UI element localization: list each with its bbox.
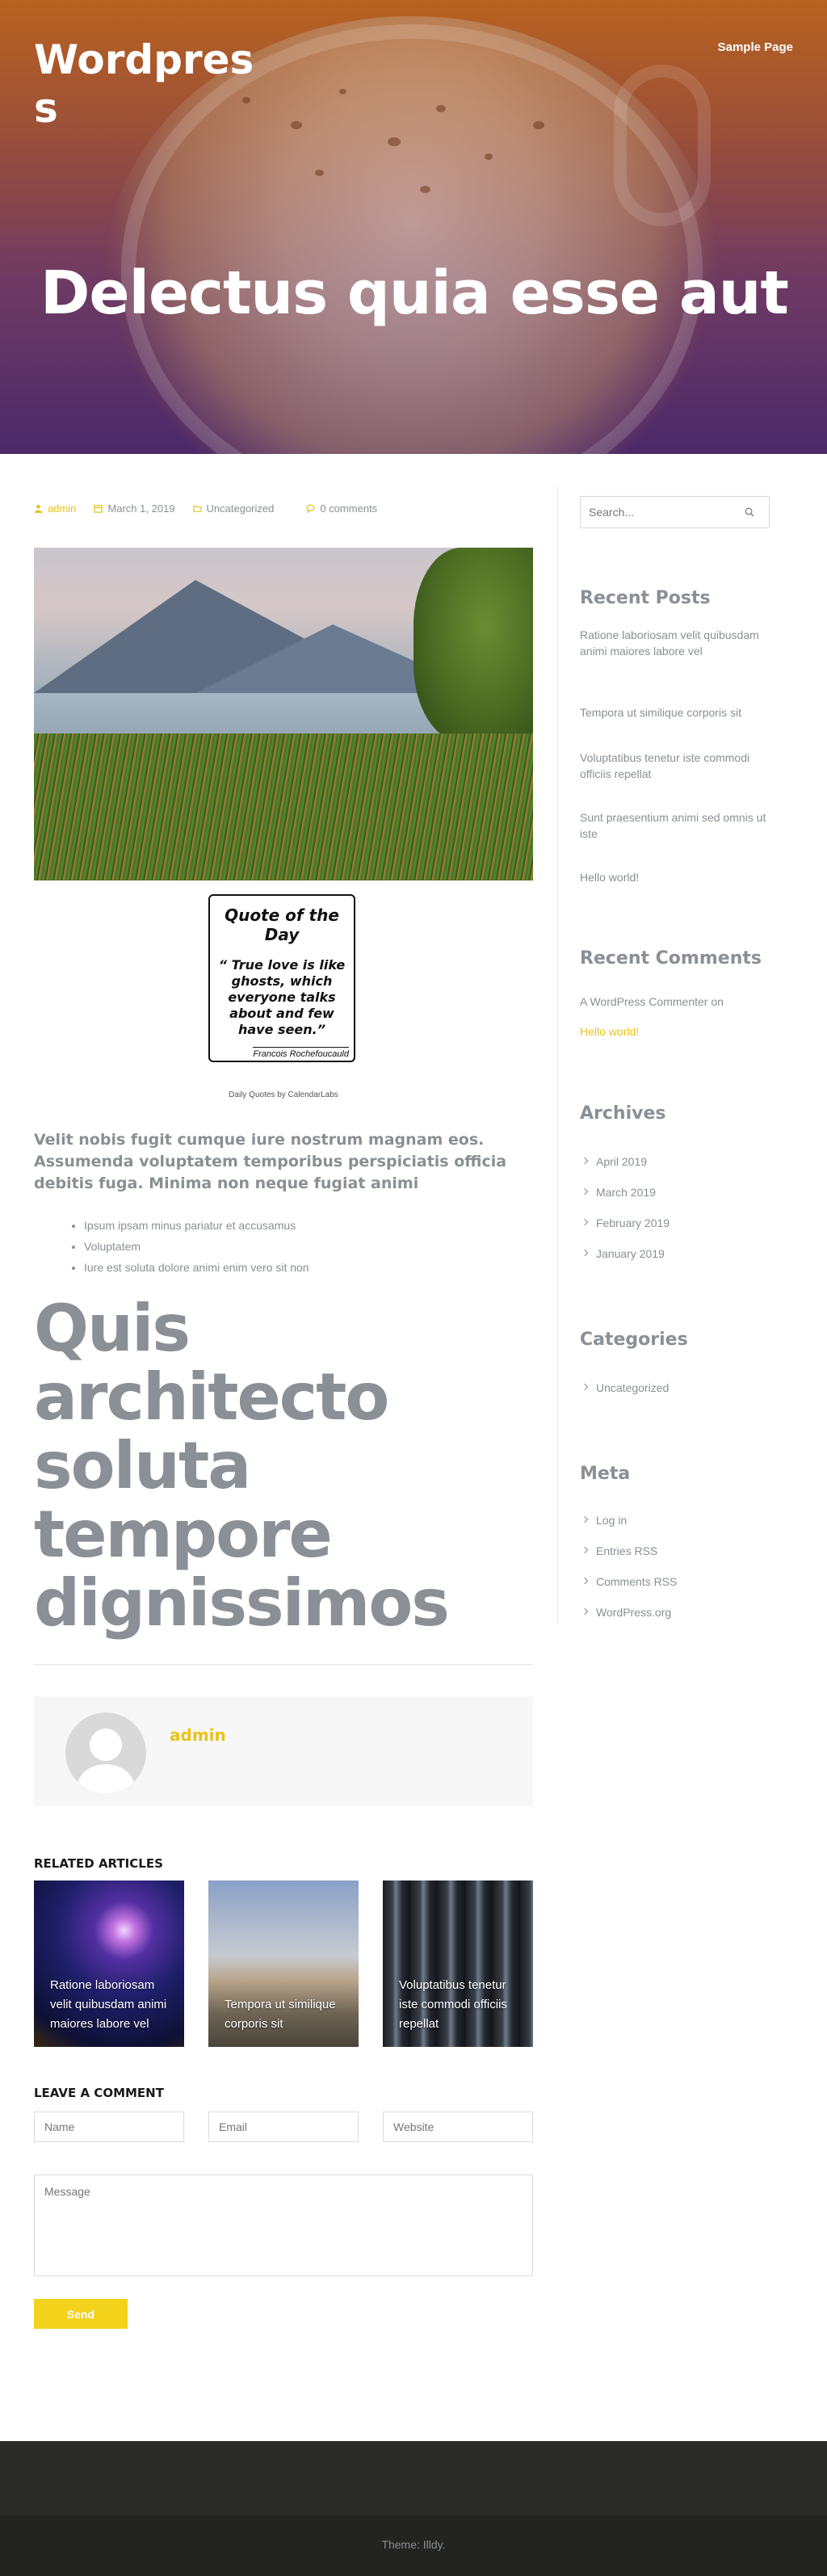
related-articles: Ratione laboriosam velit quibusdam animi… — [34, 1881, 533, 2047]
archive-link[interactable]: March 2019 — [580, 1184, 770, 1200]
top-navigation: Sample Page — [718, 40, 793, 55]
post-category-link[interactable]: Uncategorized — [207, 502, 275, 515]
name-field[interactable] — [34, 2112, 184, 2142]
list-item: Ipsum ipsam minus pariatur et accusamus — [84, 1215, 309, 1236]
quote-text: “ True love is like ghosts, which everyo… — [218, 957, 346, 1037]
recent-comment-author[interactable]: A WordPress Commenter — [580, 995, 707, 1008]
archive-link[interactable]: April 2019 — [580, 1154, 770, 1170]
hero-cup-handle — [614, 65, 711, 226]
footer-widgets-area — [0, 2441, 827, 2515]
avatar-head — [90, 1729, 122, 1761]
related-article-title[interactable]: Tempora ut similique corporis sit — [225, 1995, 346, 2034]
hero-header: Wordpress Sample Page Delectus quia esse… — [0, 0, 827, 454]
recent-comment-post[interactable]: Hello world! — [580, 1025, 639, 1038]
post-meta-category[interactable]: Uncategorized — [192, 502, 275, 515]
recent-post-link[interactable]: Ratione laboriosam velit quibusdam animi… — [580, 627, 770, 659]
avatar — [65, 1712, 146, 1793]
recent-post-link[interactable]: Sunt praesentium animi sed omnis ut iste — [580, 809, 770, 842]
post-meta-comments[interactable]: 0 comments — [306, 502, 377, 515]
featured-image-trees — [414, 548, 533, 742]
search-input[interactable] — [589, 503, 734, 521]
avatar-body — [77, 1764, 135, 1793]
related-article-title[interactable]: Voluptatibus tenetur iste commodi offici… — [399, 1976, 520, 2034]
archives-title: Archives — [580, 1103, 666, 1124]
user-icon — [34, 504, 43, 513]
comment-form-fields — [34, 2112, 533, 2142]
recent-comment-post-link[interactable]: Hello world! — [580, 1023, 770, 1040]
author-box-name[interactable]: admin — [170, 1725, 226, 1745]
leave-comment-heading: LEAVE A COMMENT — [34, 2086, 164, 2100]
recent-post-link[interactable]: Voluptatibus tenetur iste commodi offici… — [580, 750, 770, 782]
list-item: Voluptatem — [84, 1236, 309, 1257]
featured-image-grass — [34, 733, 533, 880]
footer-credit[interactable]: Theme: Illdy. — [0, 2538, 827, 2551]
post-meta-author[interactable]: admin — [34, 502, 76, 515]
hero-sprinkle — [485, 153, 493, 160]
meta-link-log-in[interactable]: Log in — [580, 1512, 770, 1528]
recent-post-link[interactable]: Hello world! — [580, 869, 770, 885]
calendar-icon — [94, 505, 103, 513]
post-lead-paragraph: Velit nobis fugit cumque iure nostrum ma… — [34, 1131, 507, 1192]
website-field[interactable] — [383, 2112, 533, 2142]
search-icon[interactable] — [745, 507, 754, 517]
quote-caption[interactable]: Daily Quotes by CalendarLabs — [34, 1090, 533, 1099]
archive-link[interactable]: February 2019 — [580, 1215, 770, 1231]
author-box: admin — [34, 1696, 533, 1806]
footer: Theme: Illdy. — [0, 2515, 827, 2576]
post-meta: admin March 1, 2019 Uncategorized 0 comm… — [34, 502, 377, 515]
hero-sprinkle — [436, 105, 446, 112]
recent-comments-title: Recent Comments — [580, 948, 762, 969]
nav-item-sample-page[interactable]: Sample Page — [718, 40, 793, 54]
related-article-card[interactable]: Voluptatibus tenetur iste commodi offici… — [383, 1881, 533, 2047]
featured-image — [34, 548, 533, 880]
meta-link-wordpress-org[interactable]: WordPress.org — [580, 1604, 770, 1620]
quote-author: Francois Rochefoucauld — [253, 1047, 349, 1059]
hero-sprinkle — [420, 186, 430, 193]
send-button[interactable]: Send — [34, 2299, 128, 2329]
post-bullet-list: Ipsum ipsam minus pariatur et accusamus … — [84, 1215, 309, 1278]
related-article-title[interactable]: Ratione laboriosam velit quibusdam animi… — [50, 1976, 171, 2034]
divider — [34, 1664, 533, 1665]
sidebar-divider — [557, 486, 558, 1624]
post-author-link[interactable]: admin — [48, 502, 76, 515]
post-comments-link[interactable]: 0 comments — [320, 502, 377, 515]
recent-comment-item: A WordPress Commenter on — [580, 994, 770, 1010]
hero-sprinkle — [315, 170, 324, 176]
quote-title: Quote of the Day — [225, 906, 339, 944]
page-title: Delectus quia esse aut — [40, 258, 789, 328]
recent-post-link[interactable]: Tempora ut similique corporis sit — [580, 704, 770, 721]
recent-comment-on: on — [711, 995, 724, 1008]
post-meta-date: March 1, 2019 — [94, 502, 175, 515]
hero-sprinkle — [291, 121, 302, 129]
list-item: Iure est soluta dolore animi enim vero s… — [84, 1257, 309, 1278]
folder-icon — [192, 506, 202, 512]
hero-sprinkle — [388, 137, 401, 146]
related-article-card[interactable]: Tempora ut similique corporis sit — [208, 1881, 359, 2047]
category-link[interactable]: Uncategorized — [580, 1380, 770, 1396]
comment-icon — [306, 504, 316, 513]
message-field[interactable] — [34, 2175, 533, 2276]
related-article-card[interactable]: Ratione laboriosam velit quibusdam animi… — [34, 1881, 184, 2047]
hero-sprinkle — [339, 89, 346, 95]
site-title[interactable]: Wordpress — [34, 36, 276, 132]
meta-title: Meta — [580, 1464, 631, 1484]
recent-posts-title: Recent Posts — [580, 588, 711, 608]
post-date: March 1, 2019 — [107, 502, 175, 515]
categories-title: Categories — [580, 1330, 688, 1350]
meta-link-entries-rss[interactable]: Entries RSS — [580, 1543, 770, 1559]
hero-sprinkle — [533, 121, 544, 129]
search-box — [580, 496, 770, 528]
email-field[interactable] — [208, 2112, 359, 2142]
meta-link-comments-rss[interactable]: Comments RSS — [580, 1574, 770, 1590]
archive-link[interactable]: January 2019 — [580, 1246, 770, 1262]
related-articles-heading: RELATED ARTICLES — [34, 1856, 163, 1871]
post-heading: Quis architecto soluta tempore dignissim… — [34, 1291, 450, 1641]
quote-of-the-day-widget: Quote of the Day “ True love is like gho… — [208, 894, 355, 1062]
